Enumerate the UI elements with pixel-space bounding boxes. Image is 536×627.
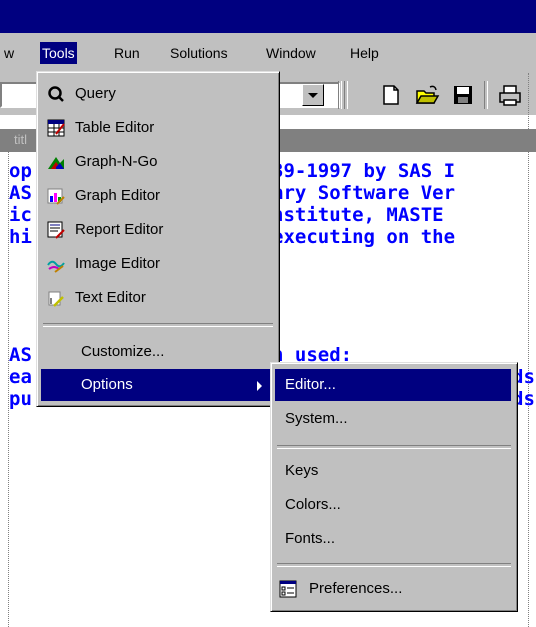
open-file-button[interactable] [414, 83, 440, 107]
log-line: AS [9, 344, 32, 366]
image-editor-icon [47, 260, 65, 273]
log-line: ary Software Ver [272, 182, 456, 204]
submenu-arrow-icon [257, 381, 262, 391]
menu-item-system[interactable]: System... [275, 403, 511, 435]
menu-item-editor[interactable]: Editor... [275, 369, 511, 401]
floppy-disk-icon [454, 86, 472, 104]
menu-window[interactable]: Window [264, 42, 318, 64]
menu-view-partial[interactable]: w [2, 42, 16, 64]
report-editor-icon [47, 221, 65, 239]
window-title-bar [0, 0, 536, 33]
toolbar-separator [344, 81, 348, 109]
options-submenu: Editor... System... Keys Colors... Fonts… [270, 362, 518, 612]
menu-item-options[interactable]: Options [41, 369, 273, 401]
print-button[interactable] [496, 83, 522, 107]
chevron-down-icon [308, 93, 318, 98]
new-document-icon [383, 85, 399, 105]
toolbar-separator [338, 81, 342, 109]
menu-item-query[interactable]: Query [41, 78, 273, 110]
menu-item-keys[interactable]: Keys [275, 455, 511, 487]
window-right-edge [528, 73, 529, 627]
menu-item-fonts[interactable]: Fonts... [275, 523, 511, 555]
menu-tools[interactable]: Tools [40, 42, 77, 64]
menu-help[interactable]: Help [348, 42, 381, 64]
menu-item-text-editor[interactable]: Text Editor [41, 282, 273, 314]
graph-n-go-icon [48, 157, 64, 169]
log-line: hi [9, 226, 32, 248]
menu-item-graph-n-go[interactable]: Graph-N-Go [41, 146, 273, 178]
open-folder-icon [415, 85, 440, 104]
save-button[interactable] [450, 83, 476, 107]
tools-menu: Query Table Editor Graph-N-Go Graph Edit… [36, 71, 280, 407]
table-editor-icon [47, 119, 65, 137]
editor-title-text: titl [14, 132, 27, 147]
log-line: AS [9, 182, 32, 204]
log-line: executing on the [272, 226, 456, 248]
menu-solutions[interactable]: Solutions [168, 42, 230, 64]
menu-item-preferences[interactable]: Preferences... [275, 573, 511, 605]
graph-editor-icon [47, 188, 65, 205]
menu-bar: w Tools Run Solutions Window Help [0, 33, 536, 73]
log-line: ic [9, 204, 32, 226]
menu-item-table-editor[interactable]: Table Editor [41, 112, 273, 144]
menu-item-report-editor[interactable]: Report Editor [41, 214, 273, 246]
menu-separator [277, 563, 511, 567]
preferences-icon [279, 580, 297, 598]
text-editor-icon [48, 291, 64, 307]
printer-icon [499, 85, 521, 106]
menu-item-image-editor[interactable]: Image Editor [41, 248, 273, 280]
menu-item-colors[interactable]: Colors... [275, 489, 511, 521]
menu-item-customize[interactable]: Customize... [41, 336, 273, 368]
menu-separator [43, 323, 273, 327]
log-line: op [9, 160, 32, 182]
combo-dropdown-button[interactable] [302, 84, 324, 106]
query-icon [48, 86, 64, 102]
menu-run[interactable]: Run [112, 42, 142, 64]
menu-separator [277, 445, 511, 449]
log-line: nstitute, MASTE [272, 204, 444, 226]
new-file-button[interactable] [378, 83, 404, 107]
log-line: ea [9, 366, 32, 388]
toolbar-separator [484, 81, 488, 109]
menu-item-graph-editor[interactable]: Graph Editor [41, 180, 273, 212]
log-line: 39-1997 by SAS I [272, 160, 456, 182]
